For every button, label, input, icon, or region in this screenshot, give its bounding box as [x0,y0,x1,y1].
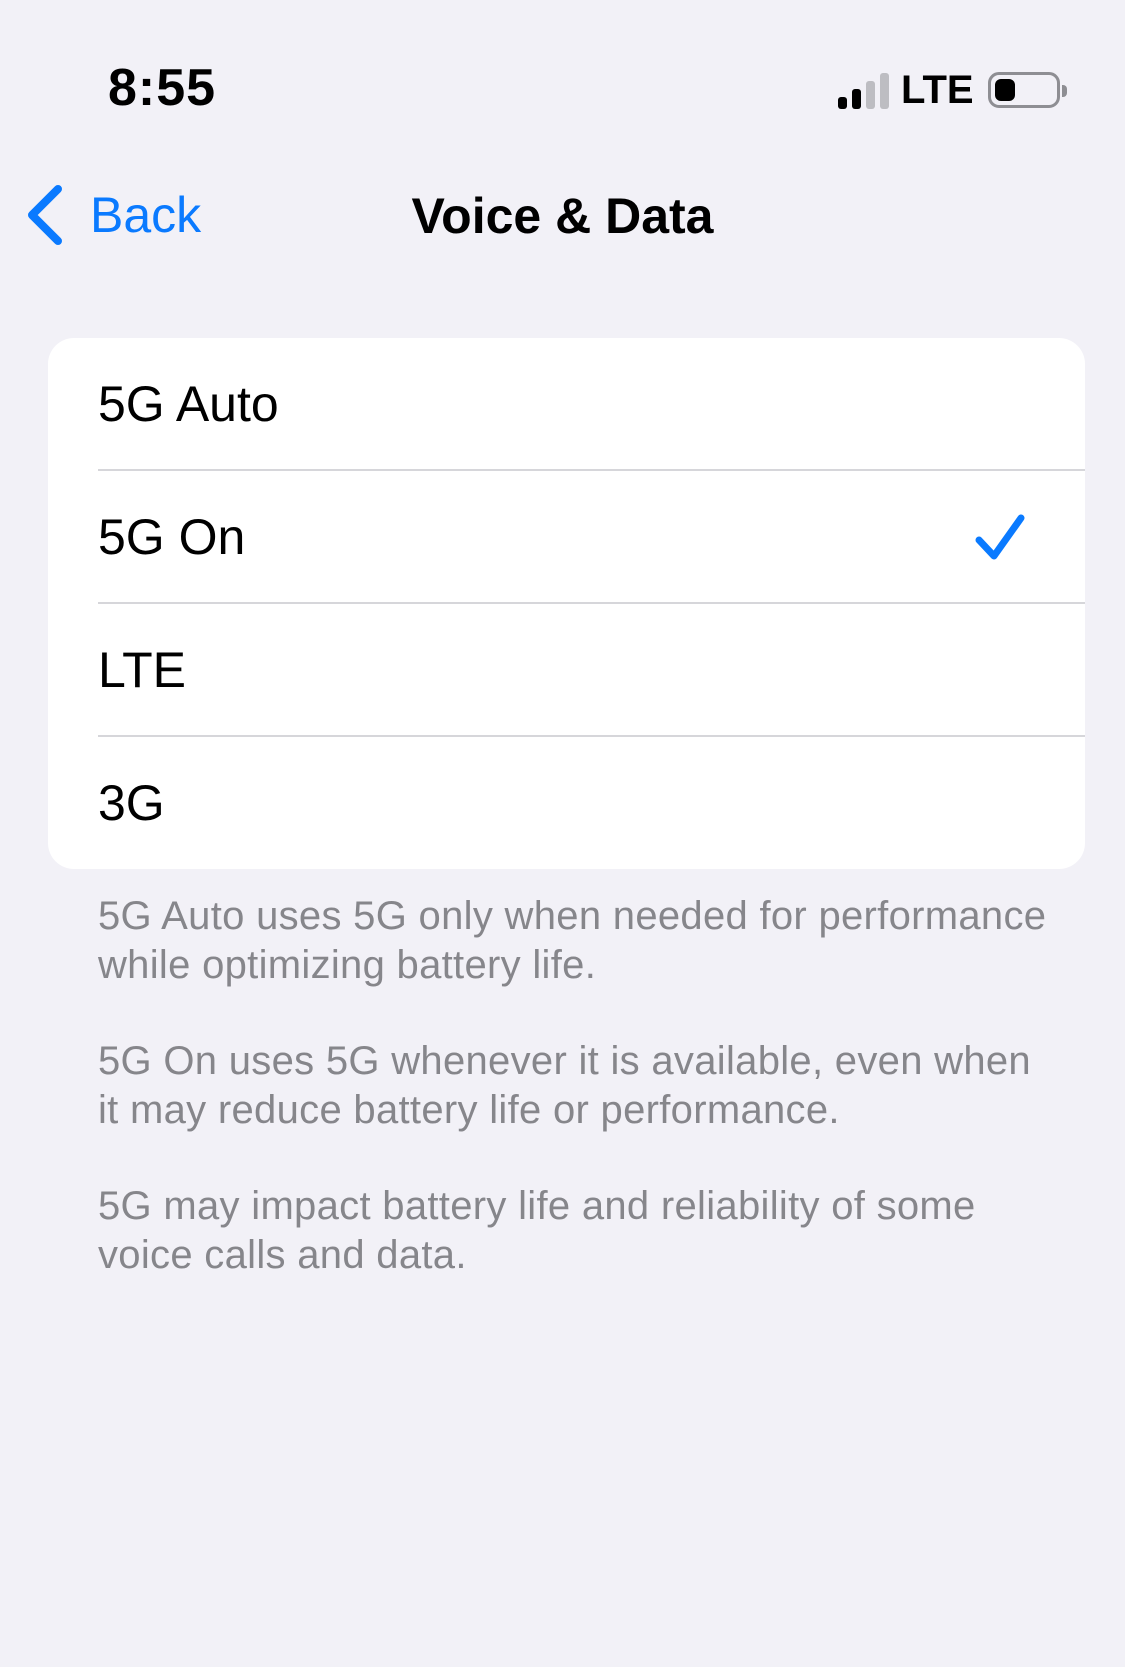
footer-notes: 5G Auto uses 5G only when needed for per… [98,892,1058,1327]
status-indicators: LTE [838,66,1067,114]
option-5g-auto[interactable]: 5G Auto [48,338,1085,471]
option-label: 5G Auto [98,376,279,432]
option-label: 5G On [98,509,246,565]
network-type: LTE [901,68,974,112]
status-time: 8:55 [108,59,217,117]
voice-data-screen: 8:55 LTE Back Voice & Data 5G Auto 5G On [0,0,1125,1667]
option-5g-on[interactable]: 5G On [48,471,1085,604]
battery-nub [1061,85,1067,97]
option-3g[interactable]: 3G [48,737,1085,869]
footer-note-5g-on: 5G On uses 5G whenever it is available, … [98,1039,1031,1132]
cellular-signal-icon [838,71,889,109]
option-lte[interactable]: LTE [48,604,1085,737]
battery-icon [987,72,1067,108]
battery-level [994,79,1015,101]
network-options-list: 5G Auto 5G On LTE 3G [48,338,1085,869]
signal-bar [838,97,847,109]
signal-bar [852,89,861,109]
checkmark-icon [975,514,1025,560]
page-title: Voice & Data [411,188,714,244]
signal-bar [866,81,875,109]
signal-bar [880,73,889,109]
option-label: LTE [98,642,186,698]
footer-note-5g-auto: 5G Auto uses 5G only when needed for per… [98,894,1047,987]
option-label: 3G [98,775,165,831]
footer-note-5g-impact: 5G may impact battery life and reliabili… [98,1184,976,1277]
